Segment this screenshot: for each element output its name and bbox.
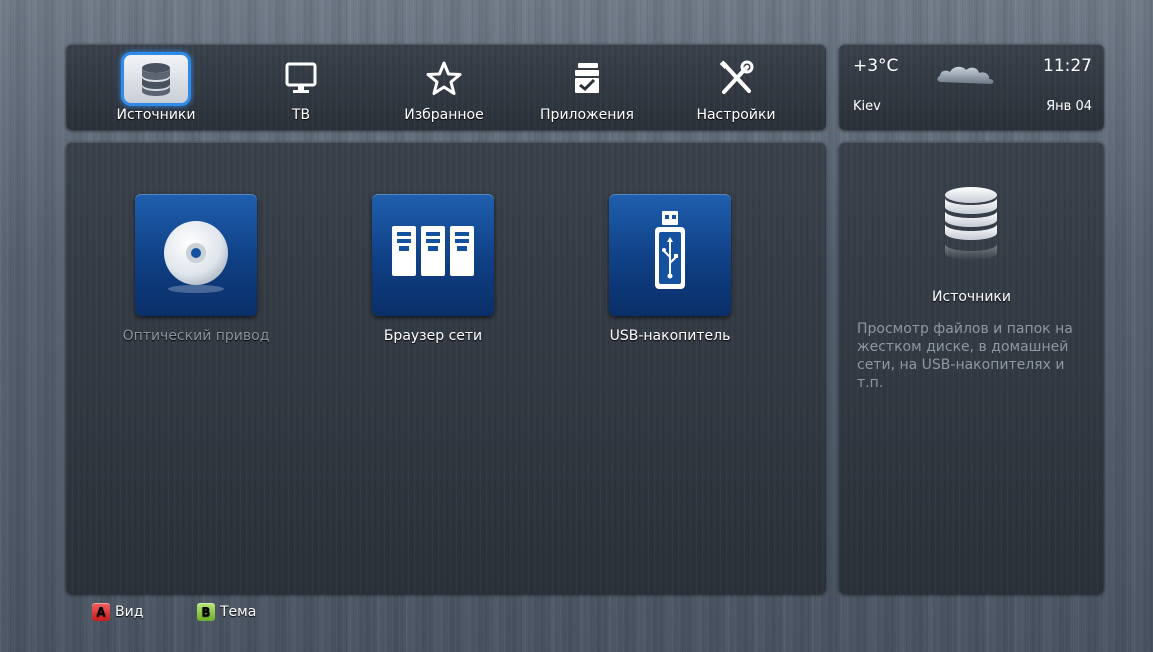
nav-item-tv[interactable]: ТВ	[256, 44, 346, 130]
info-panel: Источники Просмотр файлов и папок на жес…	[839, 142, 1104, 594]
tv-icon	[266, 52, 336, 104]
database-icon	[121, 52, 191, 106]
source-tile-usb[interactable]: USB-накопитель	[570, 194, 770, 344]
source-tile-optical[interactable]: Оптический привод	[96, 194, 296, 344]
disc-icon	[135, 194, 257, 316]
sources-panel: Оптический привод Браузер сети USB-накоп…	[66, 142, 826, 594]
source-label: Оптический привод	[122, 328, 270, 344]
cloud-icon	[935, 60, 1005, 92]
tools-icon	[701, 52, 771, 104]
source-label: Браузер сети	[383, 328, 483, 344]
date: Янв 04	[1046, 99, 1092, 114]
info-description: Просмотр файлов и папок на жестком диске…	[857, 321, 1073, 391]
network-servers-icon	[372, 194, 494, 316]
info-title: Источники	[932, 289, 1011, 305]
nav-item-sources[interactable]: Источники	[106, 44, 206, 130]
nav-label: Источники	[116, 107, 196, 123]
green-key-icon: B	[197, 603, 215, 621]
legend-item-theme[interactable]: B Тема	[197, 602, 256, 622]
nav-label: Избранное	[404, 107, 484, 123]
nav-item-settings[interactable]: Настройки	[678, 44, 794, 130]
legend-label: Тема	[220, 604, 257, 620]
star-icon	[409, 52, 479, 104]
top-nav-bar: Источники ТВ Избранное Приложения Настро…	[66, 44, 826, 130]
red-key-icon: A	[92, 603, 110, 621]
nav-label: ТВ	[291, 107, 311, 123]
nav-item-favorites[interactable]: Избранное	[388, 44, 500, 130]
apps-icon	[552, 52, 622, 104]
legend-label: Вид	[115, 604, 144, 620]
nav-label: Приложения	[540, 107, 634, 123]
legend-item-view[interactable]: A Вид	[92, 602, 143, 622]
nav-label: Настройки	[696, 107, 776, 123]
weather-panel: +3°C 11:27 Kiev Янв 04	[839, 44, 1104, 130]
city-name: Kiev	[853, 99, 881, 114]
nav-item-apps[interactable]: Приложения	[522, 44, 652, 130]
source-label: USB-накопитель	[609, 328, 731, 344]
source-tile-network[interactable]: Браузер сети	[333, 194, 533, 344]
temperature: +3°C	[853, 56, 899, 76]
database-icon	[935, 184, 1007, 280]
clock: 11:27	[1043, 56, 1092, 76]
usb-drive-icon	[609, 194, 731, 316]
